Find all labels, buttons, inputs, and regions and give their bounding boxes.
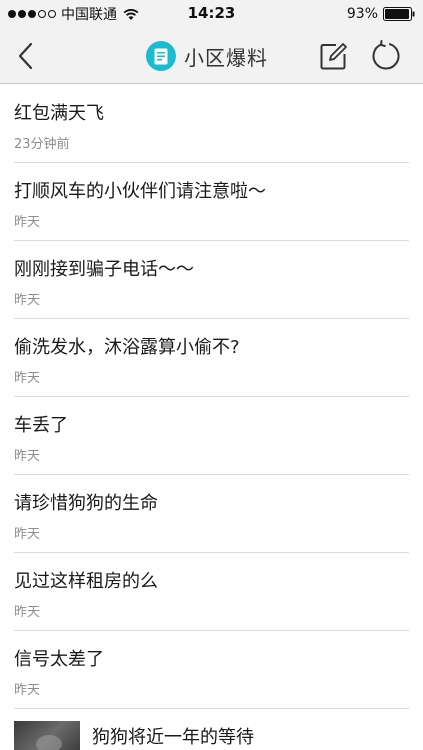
- compose-button[interactable]: [318, 41, 348, 71]
- item-time: 昨天: [14, 215, 41, 230]
- item-title: 请珍惜狗狗的生命: [14, 493, 158, 514]
- list-item[interactable]: 请珍惜狗狗的生命 昨天: [0, 475, 423, 553]
- item-title: 刚刚接到骗子电话～～: [14, 259, 194, 280]
- back-arrow-icon: [18, 42, 33, 70]
- document-icon: [146, 41, 176, 71]
- item-time: 昨天: [14, 449, 41, 464]
- list-item[interactable]: 车丢了 昨天: [0, 397, 423, 475]
- list-item[interactable]: 打顺风车的小伙伴们请注意啦～ 昨天: [0, 163, 423, 241]
- back-button[interactable]: [8, 38, 44, 74]
- item-time: 昨天: [14, 683, 41, 698]
- item-time: 23分钟前: [14, 137, 70, 152]
- list-item-with-image[interactable]: 狗狗将近一年的等待: [0, 709, 423, 750]
- navigation-bar: 小区爆料: [0, 28, 423, 84]
- item-title: 打顺风车的小伙伴们请注意啦～: [14, 181, 266, 202]
- item-time: 昨天: [14, 527, 41, 542]
- item-time: 昨天: [14, 371, 41, 386]
- battery-icon: [383, 7, 415, 21]
- item-title: 见过这样租房的么: [14, 571, 158, 592]
- list-item[interactable]: 红包满天飞 23分钟前: [0, 85, 423, 163]
- item-time: 昨天: [14, 605, 41, 620]
- item-title: 偷洗发水，沐浴露算小偷不?: [14, 337, 240, 358]
- refresh-icon: [372, 40, 400, 70]
- list-item[interactable]: 见过这样租房的么 昨天: [0, 553, 423, 631]
- battery-percent: 93%: [346, 6, 378, 22]
- refresh-button[interactable]: [370, 40, 402, 72]
- status-bar: 中国联通 14:23 93%: [0, 0, 423, 28]
- post-thumbnail: [14, 721, 80, 750]
- item-title: 信号太差了: [14, 649, 104, 670]
- nav-title-group: 小区爆料: [146, 40, 268, 72]
- page-title: 小区爆料: [184, 45, 268, 70]
- item-time: 昨天: [14, 293, 41, 308]
- list-item[interactable]: 刚刚接到骗子电话～～ 昨天: [0, 241, 423, 319]
- post-list: 红包满天飞 23分钟前 打顺风车的小伙伴们请注意啦～ 昨天 刚刚接到骗子电话～～…: [0, 85, 423, 750]
- status-right: 93%: [347, 5, 415, 23]
- item-title: 红包满天飞: [14, 103, 104, 124]
- item-title: 狗狗将近一年的等待: [92, 727, 254, 748]
- compose-icon: [320, 43, 347, 70]
- item-title: 车丢了: [14, 415, 68, 436]
- list-item[interactable]: 偷洗发水，沐浴露算小偷不? 昨天: [0, 319, 423, 397]
- list-item[interactable]: 信号太差了 昨天: [0, 631, 423, 709]
